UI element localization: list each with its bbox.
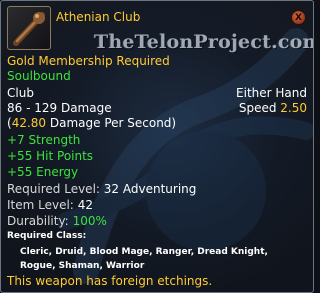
weapon-speed: Speed 2.50 — [239, 101, 307, 115]
item-type: Club — [7, 86, 34, 100]
required-class-line: Cleric, Druid, Blood Mage, Ranger, Dread… — [20, 247, 268, 257]
item-level-value: 42 — [77, 198, 93, 212]
stat-strength: +7 Strength — [7, 133, 81, 147]
stat-hit-points: +55 Hit Points — [7, 149, 94, 163]
dps-suffix: Damage Per Second) — [46, 116, 177, 130]
damage-per-second: (42.80 Damage Per Second) — [7, 116, 176, 130]
item-slot: Either Hand — [236, 86, 307, 100]
stat-energy: +55 Energy — [7, 165, 79, 179]
item-level: Item Level: 42 — [7, 198, 93, 212]
close-icon[interactable]: X — [291, 10, 306, 25]
required-level-label: Required Level: — [7, 182, 100, 196]
required-class-list: Cleric, Druid, Blood Mage, Ranger, Dread… — [20, 245, 305, 273]
flavor-text: This weapon has foreign etchings. — [7, 274, 213, 288]
binding-status: Soulbound — [7, 69, 71, 83]
watermark: TheTelonProject.com — [94, 31, 314, 53]
durability-label: Durability: — [7, 214, 69, 228]
durability: Durability: 100% — [7, 214, 107, 228]
speed-value: 2.50 — [280, 101, 307, 115]
item-tooltip: Athenian Club X TheTelonProject.com Gold… — [0, 0, 314, 293]
dps-value: 42.80 — [11, 116, 47, 130]
speed-label: Speed — [238, 101, 277, 115]
item-name: Athenian Club — [56, 10, 141, 24]
membership-requirement: Gold Membership Required — [7, 54, 170, 68]
durability-value: 100% — [72, 214, 107, 228]
item-level-label: Item Level: — [7, 198, 74, 212]
required-class-line: Rogue, Shaman, Warrior — [20, 261, 145, 271]
required-level: Required Level: 32 Adventuring — [7, 182, 196, 196]
required-class-label: Required Class: — [7, 231, 87, 241]
damage-range: 86 - 129 Damage — [7, 101, 112, 115]
required-level-value: 32 Adventuring — [103, 182, 197, 196]
club-icon[interactable] — [7, 6, 51, 50]
